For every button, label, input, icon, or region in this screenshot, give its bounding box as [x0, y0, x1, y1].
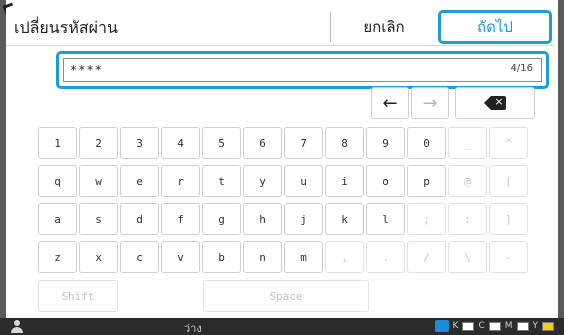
key-g[interactable]: g: [202, 203, 241, 235]
key-symbol: ]: [489, 203, 528, 235]
arrow-right-icon: →: [422, 92, 438, 114]
key-symbol: /: [407, 241, 446, 273]
ink-label-y: Y: [532, 321, 539, 331]
key-q[interactable]: q: [38, 165, 77, 197]
key-j[interactable]: j: [284, 203, 323, 235]
key-2[interactable]: 2: [79, 127, 118, 159]
key-9[interactable]: 9: [366, 127, 405, 159]
arrow-left-icon: ←: [382, 92, 398, 114]
ink-label-m: M: [504, 321, 513, 331]
screen-frame: เปลี่ยนรหัสผ่าน ยกเลิก ถัดไป **** 4/16 ←…: [0, 0, 564, 335]
key-i[interactable]: i: [325, 165, 364, 197]
key-p[interactable]: p: [407, 165, 446, 197]
key-8[interactable]: 8: [325, 127, 364, 159]
key-r[interactable]: r: [161, 165, 200, 197]
status-text: ว่าง: [184, 322, 202, 335]
header-divider: [330, 12, 331, 42]
key-v[interactable]: v: [161, 241, 200, 273]
key-symbol: \: [448, 241, 487, 273]
key-l[interactable]: l: [366, 203, 405, 235]
ink-icon: [434, 320, 449, 332]
key-b[interactable]: b: [202, 241, 241, 273]
key-h[interactable]: h: [243, 203, 282, 235]
ink-label-k: K: [452, 321, 459, 331]
key-7[interactable]: 7: [284, 127, 323, 159]
key-o[interactable]: o: [366, 165, 405, 197]
key-a[interactable]: a: [38, 203, 77, 235]
key-3[interactable]: 3: [120, 127, 159, 159]
key-4[interactable]: 4: [161, 127, 200, 159]
header-bar: เปลี่ยนรหัสผ่าน ยกเลิก ถัดไป: [6, 8, 554, 46]
backspace-icon: ×: [484, 95, 506, 110]
left-bezel: [0, 0, 6, 335]
character-counter: 4/16: [510, 63, 533, 74]
key-t[interactable]: t: [202, 165, 241, 197]
key-m[interactable]: m: [284, 241, 323, 273]
backspace-button[interactable]: ×: [455, 87, 535, 119]
cursor-right-button[interactable]: →: [411, 87, 449, 119]
shift-key: Shift: [38, 280, 118, 312]
password-field-highlight: **** 4/16: [56, 51, 549, 89]
key-symbol: :: [448, 203, 487, 235]
ink-bar-m: [516, 321, 529, 331]
ink-label-c: C: [478, 321, 485, 331]
right-bezel: [558, 0, 564, 335]
key-x[interactable]: x: [79, 241, 118, 273]
key-f[interactable]: f: [161, 203, 200, 235]
ink-bar-k: [462, 321, 475, 331]
key-6[interactable]: 6: [243, 127, 282, 159]
key-n[interactable]: n: [243, 241, 282, 273]
cursor-left-button[interactable]: ←: [371, 87, 409, 119]
user-icon[interactable]: [10, 319, 24, 333]
key-symbol: ;: [407, 203, 446, 235]
key-symbol: ^: [489, 127, 528, 159]
key-symbol: @: [448, 165, 487, 197]
ink-bar-c: [488, 321, 501, 331]
key-5[interactable]: 5: [202, 127, 241, 159]
key-symbol: ,: [325, 241, 364, 273]
ink-level-indicator: K C M Y: [434, 320, 554, 332]
status-bar: ว่าง K C M Y: [0, 318, 564, 335]
password-input[interactable]: **** 4/16: [63, 58, 542, 82]
key-0[interactable]: 0: [407, 127, 446, 159]
key-symbol: .: [366, 241, 405, 273]
key-symbol: -: [489, 241, 528, 273]
next-button[interactable]: ถัดไป: [438, 10, 552, 44]
key-s[interactable]: s: [79, 203, 118, 235]
key-c[interactable]: c: [120, 241, 159, 273]
page-title: เปลี่ยนรหัสผ่าน: [14, 18, 118, 37]
key-symbol: _: [448, 127, 487, 159]
ink-bar-y: [542, 321, 554, 331]
key-u[interactable]: u: [284, 165, 323, 197]
space-key: Space: [203, 280, 369, 312]
key-1[interactable]: 1: [38, 127, 77, 159]
password-value: ****: [70, 63, 103, 77]
key-y[interactable]: y: [243, 165, 282, 197]
key-w[interactable]: w: [79, 165, 118, 197]
cancel-button[interactable]: ยกเลิก: [332, 12, 436, 42]
key-z[interactable]: z: [38, 241, 77, 273]
key-d[interactable]: d: [120, 203, 159, 235]
key-k[interactable]: k: [325, 203, 364, 235]
key-symbol: [: [489, 165, 528, 197]
key-e[interactable]: e: [120, 165, 159, 197]
